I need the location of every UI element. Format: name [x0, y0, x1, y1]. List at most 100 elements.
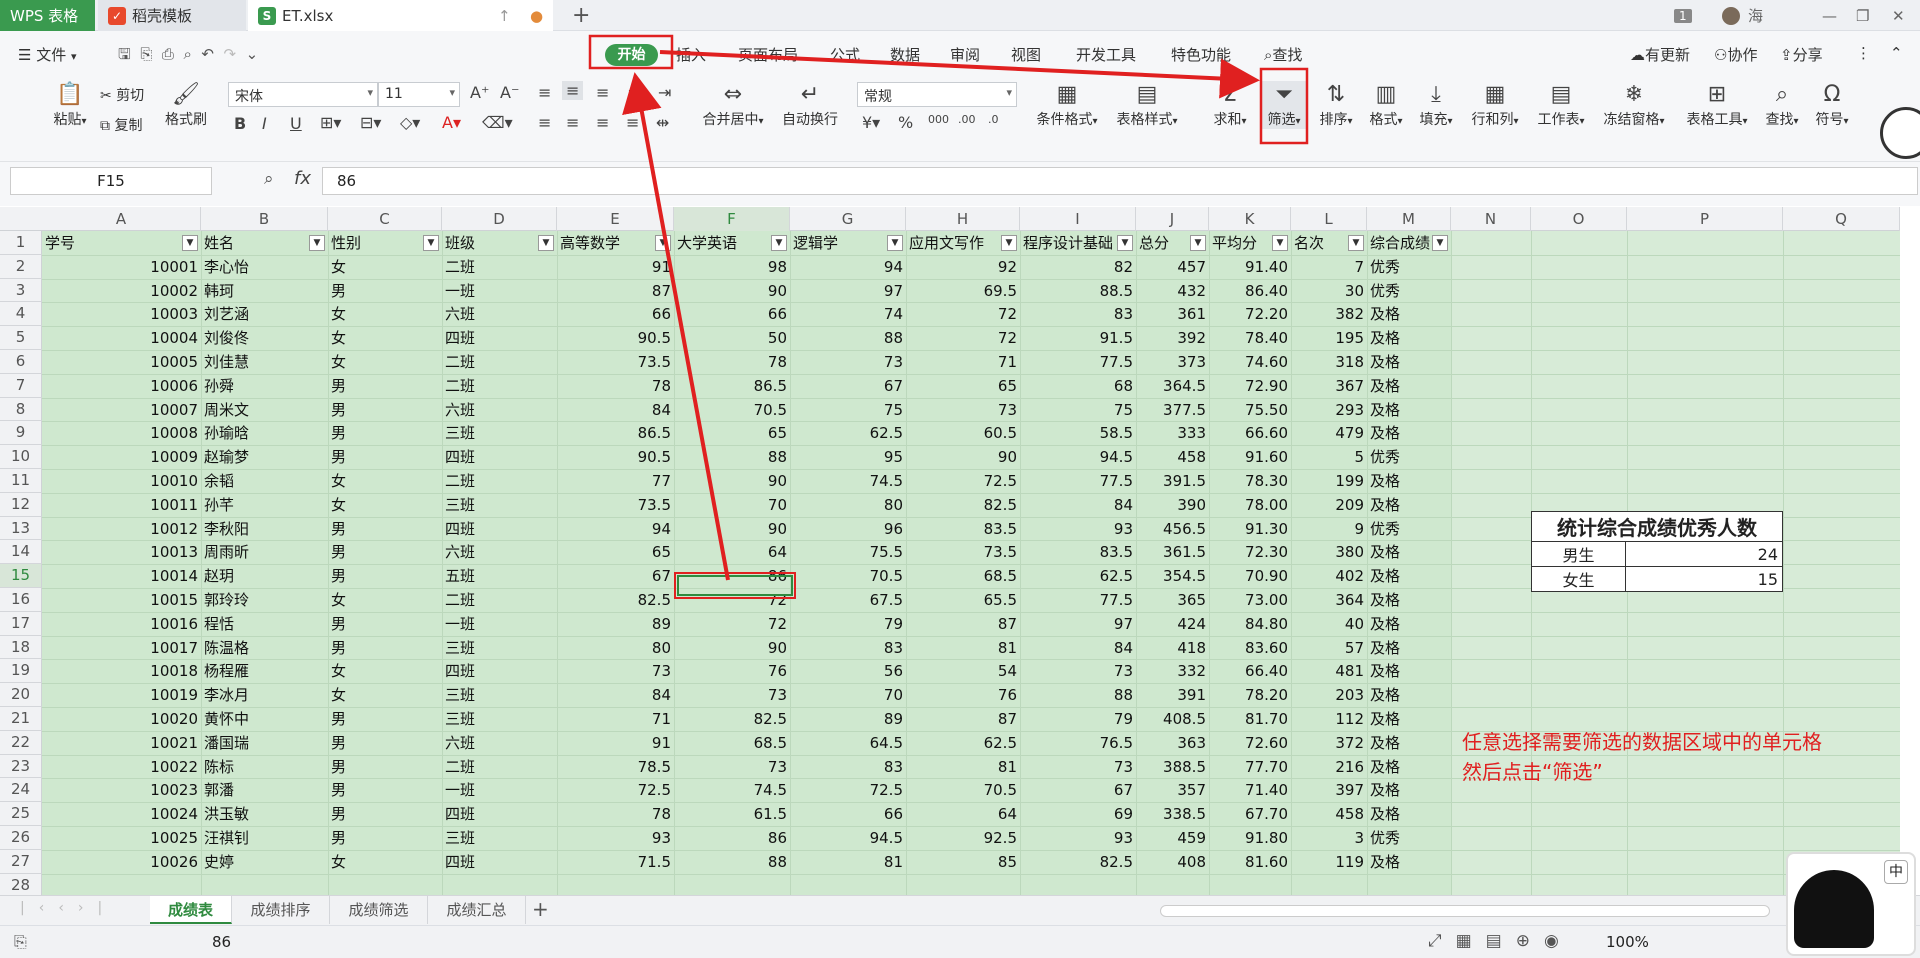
- row-header-18[interactable]: 18: [0, 635, 42, 660]
- table-cell[interactable]: 及格: [1370, 614, 1448, 636]
- row-header-1[interactable]: 1: [0, 231, 42, 255]
- row-header-28[interactable]: 28: [0, 873, 42, 895]
- table-cell[interactable]: 一班: [445, 281, 554, 303]
- table-cell[interactable]: 372: [1294, 733, 1364, 755]
- table-cell[interactable]: 67.5: [793, 590, 903, 612]
- table-cell[interactable]: 87: [560, 281, 671, 303]
- table-cell[interactable]: 88: [793, 328, 903, 350]
- table-cell[interactable]: 56: [793, 661, 903, 683]
- table-cell[interactable]: 二班: [445, 590, 554, 612]
- assistant-logo-icon[interactable]: [1880, 107, 1920, 159]
- horizontal-scrollbar[interactable]: [1160, 905, 1770, 917]
- table-cell[interactable]: 62.5: [793, 423, 903, 445]
- fill-color-icon[interactable]: ◇▾: [400, 113, 420, 132]
- table-cell[interactable]: 83.5: [909, 519, 1017, 541]
- table-cell[interactable]: 女: [331, 257, 439, 279]
- collapse-ribbon-icon[interactable]: ⌃: [1890, 44, 1903, 62]
- increase-decimal-icon[interactable]: .00: [958, 113, 976, 126]
- table-cell[interactable]: 赵瑜梦: [204, 447, 325, 469]
- column-header-M[interactable]: M: [1367, 207, 1451, 231]
- align-bottom-icon[interactable]: ≡: [596, 83, 609, 102]
- table-cell[interactable]: 六班: [445, 400, 554, 422]
- sheet-tab-summary[interactable]: 成绩汇总: [428, 896, 526, 924]
- table-cell[interactable]: 优秀: [1370, 828, 1448, 850]
- table-cell[interactable]: 84: [560, 400, 671, 422]
- table-cell[interactable]: 男: [331, 281, 439, 303]
- table-cell[interactable]: 94.5: [793, 828, 903, 850]
- table-cell[interactable]: 7: [1294, 257, 1364, 279]
- copy-button[interactable]: ⧉ 复制: [100, 115, 142, 135]
- table-cell[interactable]: 216: [1294, 757, 1364, 779]
- row-header-19[interactable]: 19: [0, 659, 42, 684]
- table-cell[interactable]: 67: [560, 566, 671, 588]
- table-cell[interactable]: 91.30: [1212, 519, 1288, 541]
- tab-view[interactable]: 视图: [1011, 44, 1041, 65]
- maximize-button[interactable]: ❐: [1856, 0, 1869, 31]
- table-cell[interactable]: 479: [1294, 423, 1364, 445]
- table-cell[interactable]: 83: [793, 757, 903, 779]
- table-cell[interactable]: 男: [331, 519, 439, 541]
- table-cell[interactable]: 75.5: [793, 542, 903, 564]
- column-header-G[interactable]: G: [790, 207, 906, 231]
- update-button[interactable]: ☁有更新: [1630, 44, 1690, 65]
- header-cell[interactable]: 应用文写作: [909, 233, 999, 255]
- column-header-J[interactable]: J: [1136, 207, 1209, 231]
- row-header-11[interactable]: 11: [0, 469, 42, 493]
- table-cell[interactable]: 三班: [445, 423, 554, 445]
- table-cell[interactable]: 76: [909, 685, 1017, 707]
- table-cell[interactable]: 及格: [1370, 780, 1448, 802]
- percent-icon[interactable]: %: [898, 113, 913, 132]
- indent-icon[interactable]: ⇥: [658, 83, 671, 102]
- table-cell[interactable]: 10007: [45, 400, 198, 422]
- table-cell[interactable]: 58.5: [1023, 423, 1133, 445]
- stat-value-male[interactable]: 24: [1625, 541, 1783, 567]
- table-cell[interactable]: 75: [793, 400, 903, 422]
- table-cell[interactable]: 优秀: [1370, 281, 1448, 303]
- table-cell[interactable]: 70: [677, 495, 787, 517]
- table-cell[interactable]: 10005: [45, 352, 198, 374]
- table-cell[interactable]: 10026: [45, 852, 198, 874]
- table-cell[interactable]: 94: [793, 257, 903, 279]
- table-cell[interactable]: 及格: [1370, 661, 1448, 683]
- table-cell[interactable]: 10024: [45, 804, 198, 826]
- table-cell[interactable]: 91: [560, 257, 671, 279]
- window-count-badge[interactable]: 1: [1674, 0, 1692, 31]
- header-cell[interactable]: 平均分: [1212, 233, 1270, 255]
- table-cell[interactable]: 92: [909, 257, 1017, 279]
- bold-icon[interactable]: B: [234, 114, 246, 133]
- table-cell[interactable]: 93: [560, 828, 671, 850]
- table-cell[interactable]: 95: [793, 447, 903, 469]
- column-header-N[interactable]: N: [1451, 207, 1531, 231]
- table-cell[interactable]: 及格: [1370, 423, 1448, 445]
- table-cell[interactable]: 71.5: [560, 852, 671, 874]
- table-cell[interactable]: 81.60: [1212, 852, 1288, 874]
- table-cell[interactable]: 10023: [45, 780, 198, 802]
- table-cell[interactable]: 338.5: [1139, 804, 1206, 826]
- table-cell[interactable]: 二班: [445, 471, 554, 493]
- table-cell[interactable]: 119: [1294, 852, 1364, 874]
- table-cell[interactable]: 66: [560, 304, 671, 326]
- table-cell[interactable]: 61.5: [677, 804, 787, 826]
- row-header-14[interactable]: 14: [0, 540, 42, 565]
- table-cell[interactable]: 赵玥: [204, 566, 325, 588]
- number-format-select[interactable]: 常规: [857, 82, 1017, 107]
- table-cell[interactable]: 男: [331, 400, 439, 422]
- table-cell[interactable]: 78.40: [1212, 328, 1288, 350]
- table-cell[interactable]: 一班: [445, 780, 554, 802]
- new-tab-button[interactable]: +: [572, 0, 590, 31]
- table-cell[interactable]: 74.5: [793, 471, 903, 493]
- table-cell[interactable]: 四班: [445, 447, 554, 469]
- table-cell[interactable]: 89: [560, 614, 671, 636]
- cut-button[interactable]: ✂ 剪切: [100, 85, 144, 105]
- table-cell[interactable]: 83.5: [1023, 542, 1133, 564]
- table-cell[interactable]: 94: [560, 519, 671, 541]
- filter-dropdown-icon[interactable]: ▼: [1272, 235, 1288, 251]
- table-cell[interactable]: 363: [1139, 733, 1206, 755]
- column-header-D[interactable]: D: [442, 207, 557, 231]
- row-header-10[interactable]: 10: [0, 445, 42, 469]
- table-cell[interactable]: 及格: [1370, 852, 1448, 874]
- table-cell[interactable]: 潘国瑞: [204, 733, 325, 755]
- table-cell[interactable]: 男: [331, 447, 439, 469]
- table-cell[interactable]: 418: [1139, 638, 1206, 660]
- table-cell[interactable]: 86: [677, 828, 787, 850]
